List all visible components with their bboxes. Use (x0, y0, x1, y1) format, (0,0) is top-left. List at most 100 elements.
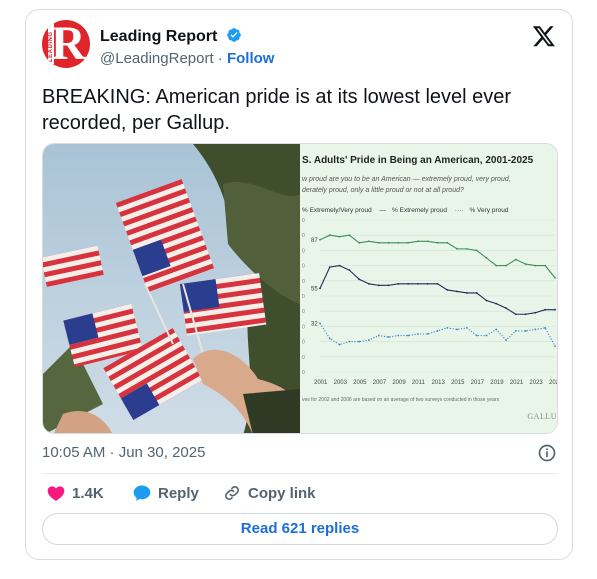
y-tick-label: 0 (302, 340, 305, 346)
copy-link-button[interactable]: Copy link (222, 481, 316, 505)
chart-subtitle: w proud are you to be an American — extr… (302, 176, 511, 194)
series-line-2 (319, 323, 556, 347)
series-line-1 (319, 265, 555, 315)
avatar[interactable]: R LEADING (42, 20, 90, 68)
x-tick-label: 2013 (432, 380, 446, 386)
data-point (319, 322, 321, 325)
data-point (417, 333, 419, 335)
data-point (368, 282, 370, 285)
avatar-logo-letter: R (51, 20, 86, 68)
series-line-0 (319, 234, 556, 279)
data-point (368, 240, 370, 243)
x-tick-label: 2001 (314, 380, 328, 386)
data-point (377, 284, 380, 287)
tweet-media[interactable]: S. Adults' Pride in Being an American, 2… (42, 143, 558, 434)
tweet-text: BREAKING: American pride is at its lowes… (42, 86, 512, 134)
x-tick-label: 2021 (510, 380, 524, 386)
data-point (338, 235, 341, 238)
tweet-timestamp[interactable]: 10:05 AM · Jun 30, 2025 (42, 444, 205, 461)
y-tick-label: 0 (302, 309, 305, 315)
data-point (417, 282, 419, 285)
data-point (465, 247, 468, 250)
data-point (328, 266, 331, 269)
data-point (358, 340, 361, 343)
data-point (554, 276, 556, 279)
data-point (377, 241, 380, 244)
read-replies-button[interactable]: Read 621 replies (42, 513, 558, 545)
y-tick-label: 0 (302, 294, 305, 300)
follow-button[interactable]: Follow (227, 50, 275, 67)
data-point (446, 241, 449, 244)
x-tick-label: 2015 (451, 380, 465, 386)
legend-marker-very: ···· (454, 207, 464, 214)
reply-bubble-icon (133, 485, 151, 501)
author-handle[interactable]: @LeadingReport (100, 50, 214, 67)
data-point (456, 247, 458, 250)
x-tick-label: 2009 (392, 380, 406, 386)
avatar-logo-text: LEADING (48, 20, 54, 64)
y-tick-label: 0 (302, 324, 305, 330)
x-logo-icon[interactable] (532, 24, 556, 48)
flags-photo[interactable] (43, 144, 300, 434)
data-point (328, 234, 331, 237)
x-tick-label: 2003 (334, 380, 348, 386)
link-icon (225, 486, 239, 500)
data-point (397, 241, 400, 244)
x-tick-label: 2023 (529, 380, 543, 386)
data-point (534, 311, 537, 314)
data-point (319, 287, 321, 290)
data-point (456, 328, 458, 331)
data-point (358, 241, 361, 244)
chart-image[interactable]: S. Adults' Pride in Being an American, 2… (300, 144, 558, 433)
author-name[interactable]: Leading Report (100, 28, 217, 45)
x-tick-label: 2019 (490, 380, 504, 386)
data-point (387, 336, 390, 338)
chart-source: GALLU (527, 412, 557, 421)
info-icon[interactable] (537, 443, 557, 463)
data-point (475, 334, 478, 337)
reply-button[interactable]: Reply (132, 481, 199, 505)
data-point (485, 334, 488, 337)
legend-item-extremely-very: % Extremely/Very proud (302, 207, 372, 214)
data-point (358, 278, 361, 281)
copy-link-label: Copy link (248, 484, 316, 502)
data-point (426, 240, 429, 243)
data-point (465, 292, 468, 294)
x-tick-label: 202 (549, 380, 558, 386)
author-name-row[interactable]: Leading Report (100, 27, 242, 46)
chart-legend: % Extremely/Very proud — % Extremely prou… (302, 207, 514, 214)
author-handle-row: @LeadingReport · Follow (100, 50, 274, 67)
data-point (554, 345, 556, 348)
data-point (338, 343, 341, 346)
reply-label: Reply (158, 484, 199, 502)
data-point (417, 240, 419, 243)
y-tick-label: 0 (302, 370, 305, 376)
value-label: 55 (311, 286, 318, 292)
data-point (544, 327, 547, 329)
data-point (328, 337, 331, 340)
handle-separator: · (213, 50, 227, 67)
data-point (544, 308, 547, 311)
data-point (446, 327, 449, 329)
data-point (524, 330, 527, 332)
data-point (387, 241, 390, 244)
chart-title: S. Adults' Pride in Being an American, 2… (302, 155, 534, 166)
data-point (495, 328, 498, 331)
data-point (514, 330, 517, 332)
data-point (505, 339, 507, 341)
data-point (456, 290, 458, 293)
data-point (397, 282, 400, 285)
y-tick-label: 0 (302, 218, 305, 224)
data-point (534, 264, 537, 267)
data-point (505, 307, 507, 310)
data-point (505, 264, 507, 267)
action-bar: 1.4K Reply Copy link (42, 481, 558, 505)
data-point (397, 334, 400, 337)
data-point (475, 249, 478, 252)
data-point (426, 282, 429, 285)
data-point (485, 257, 488, 259)
data-point (407, 282, 410, 285)
like-button[interactable]: 1.4K (46, 481, 104, 505)
data-point (348, 340, 351, 343)
x-tick-label: 2007 (373, 380, 387, 386)
